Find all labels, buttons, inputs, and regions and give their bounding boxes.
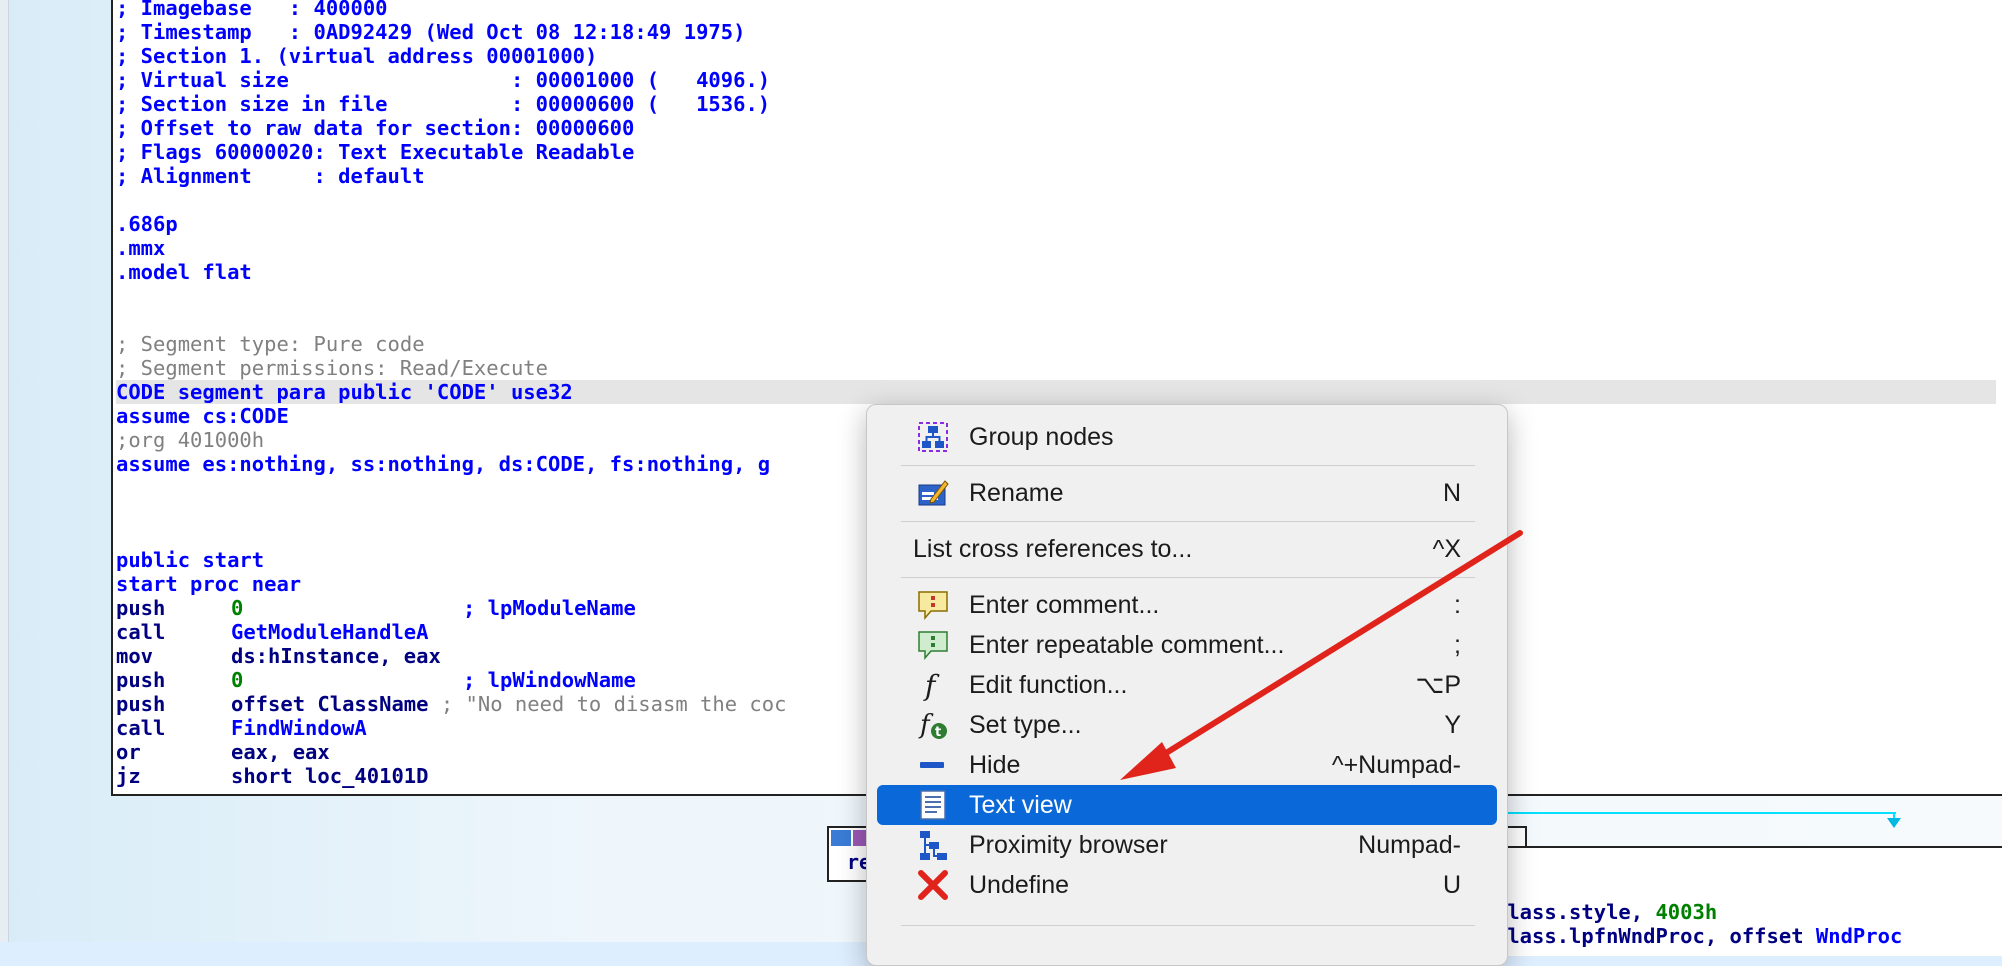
code-line: ; Imagebase : 400000	[116, 0, 388, 20]
menu-item-shortcut: Y	[1444, 711, 1461, 739]
menu-item-text-view[interactable]: Text view	[877, 785, 1497, 825]
menu-item-label: List cross references to...	[913, 535, 1193, 563]
undefine-icon	[918, 870, 948, 900]
menu-item-set-type[interactable]: f t Set type... Y	[877, 705, 1497, 745]
rename-icon	[918, 480, 949, 506]
node-color-icon[interactable]	[831, 830, 851, 846]
code-line-comment: ; Segment permissions: Read/Execute	[116, 356, 548, 380]
menu-item-label: Proximity browser	[969, 831, 1168, 859]
code-line: ; Timestamp : 0AD92429 (Wed Oct 08 12:18…	[116, 20, 746, 44]
menu-item-shortcut: ^+Numpad-	[1331, 751, 1461, 779]
context-menu: Group nodes Rename N List cross referenc…	[866, 404, 1508, 966]
menu-item-label: Rename	[969, 479, 1064, 507]
mnemonic: jz	[116, 764, 141, 788]
menu-item-proximity-browser[interactable]: Proximity browser Numpad-	[877, 825, 1497, 865]
menu-item-shortcut: U	[1442, 871, 1461, 899]
mnemonic: push	[116, 596, 166, 620]
comment: ; lpModuleName	[463, 596, 636, 620]
operand: 0	[231, 668, 244, 692]
menu-item-enter-comment[interactable]: Enter comment... :	[877, 585, 1497, 625]
menu-item-shortcut: ^X	[1432, 535, 1461, 563]
operand[interactable]: offset ClassName	[231, 692, 428, 716]
operand-text: Class.style,	[1495, 900, 1656, 924]
mnemonic: or	[116, 740, 141, 764]
menu-item-list-cross-references[interactable]: List cross references to... ^X	[877, 529, 1497, 569]
menu-item-edit-function[interactable]: f Edit function... ⌥P	[877, 665, 1497, 705]
menu-item-shortcut: ⌥P	[1415, 671, 1461, 699]
menu-item-label: Group nodes	[969, 423, 1114, 451]
proximity-browser-icon	[920, 831, 947, 860]
menu-item-enter-repeatable-comment[interactable]: Enter repeatable comment... ;	[877, 625, 1497, 665]
operand[interactable]: GetModuleHandleA	[231, 620, 463, 644]
left-scroll-edge	[0, 0, 9, 942]
repeatable-comment-icon	[918, 631, 948, 661]
menu-item-shortcut: N	[1442, 479, 1461, 507]
menu-item-rename[interactable]: Rename N	[877, 473, 1497, 513]
menu-item-hide[interactable]: Hide ^+Numpad-	[877, 745, 1497, 785]
menu-item-undefine[interactable]: Undefine U	[877, 865, 1497, 905]
code-line: ; Alignment : default	[116, 164, 425, 188]
menu-item-label: Hide	[969, 751, 1021, 779]
set-type-icon: f t	[918, 710, 947, 740]
menu-item-label: Set type...	[969, 711, 1082, 739]
comment-icon	[918, 591, 948, 621]
comment: ; lpWindowName	[463, 668, 636, 692]
group-nodes-icon	[918, 422, 948, 452]
operand: ds:hInstance, eax	[231, 644, 441, 668]
code-line: ; Virtual size : 00001000 ( 4096.)	[116, 68, 771, 92]
code-line-comment: ; Segment type: Pure code	[116, 332, 425, 356]
operand: eax, eax	[231, 740, 330, 764]
operand[interactable]: short loc_40101D	[231, 764, 463, 788]
operand-text: Class.lpfnWndProc, offset	[1495, 924, 1816, 948]
function-icon: f	[923, 669, 940, 701]
code-line: Class.style, 4003h	[1495, 900, 1902, 924]
constant-value: 4003h	[1655, 900, 1718, 924]
svg-text:f: f	[918, 710, 934, 740]
code-line: .model flat	[116, 260, 252, 284]
code-line: ; Section 1. (virtual address 00001000)	[116, 44, 598, 68]
menu-item-shortcut: :	[1454, 591, 1461, 619]
code-line: Class.lpfnWndProc, offset WndProc	[1495, 924, 1902, 948]
code-line-selected[interactable]: CODE segment para public 'CODE' use32	[116, 380, 1996, 404]
operand: 0	[231, 596, 244, 620]
operand[interactable]: FindWindowA	[231, 716, 463, 740]
menu-item-shortcut: Numpad-	[1358, 831, 1461, 859]
code-line: ; Flags 60000020: Text Executable Readab…	[116, 140, 635, 164]
mnemonic: call	[116, 716, 166, 740]
menu-item-label: Edit function...	[969, 671, 1128, 699]
svg-text:f: f	[923, 669, 940, 701]
hide-icon	[920, 762, 944, 768]
code-line: ; Offset to raw data for section: 000006…	[116, 116, 635, 140]
menu-item-label: Enter comment...	[969, 591, 1160, 619]
edge-arrowhead-icon	[1887, 818, 1901, 828]
code-line: ; Section size in file : 00000600 ( 1536…	[116, 92, 771, 116]
code-line: .686p	[116, 212, 178, 236]
svg-text:t: t	[935, 725, 941, 740]
menu-item-label: Enter repeatable comment...	[969, 631, 1285, 659]
symbol-link[interactable]: WndProc	[1816, 924, 1902, 948]
comment: ; "No need to disasm the coc	[440, 692, 787, 716]
mnemonic: call	[116, 620, 166, 644]
text-view-icon	[920, 790, 946, 820]
code-line: .mmx	[116, 236, 166, 260]
menu-separator	[901, 925, 1475, 926]
mnemonic: push	[116, 668, 166, 692]
mnemonic: mov	[116, 644, 154, 668]
menu-separator	[901, 465, 1475, 466]
menu-separator	[901, 577, 1475, 578]
menu-separator	[901, 521, 1475, 522]
menu-item-label: Undefine	[969, 871, 1070, 899]
menu-item-shortcut: ;	[1454, 631, 1461, 659]
menu-item-group-nodes[interactable]: Group nodes	[877, 417, 1497, 457]
mnemonic: push	[116, 692, 166, 716]
menu-item-label: Text view	[969, 791, 1072, 819]
